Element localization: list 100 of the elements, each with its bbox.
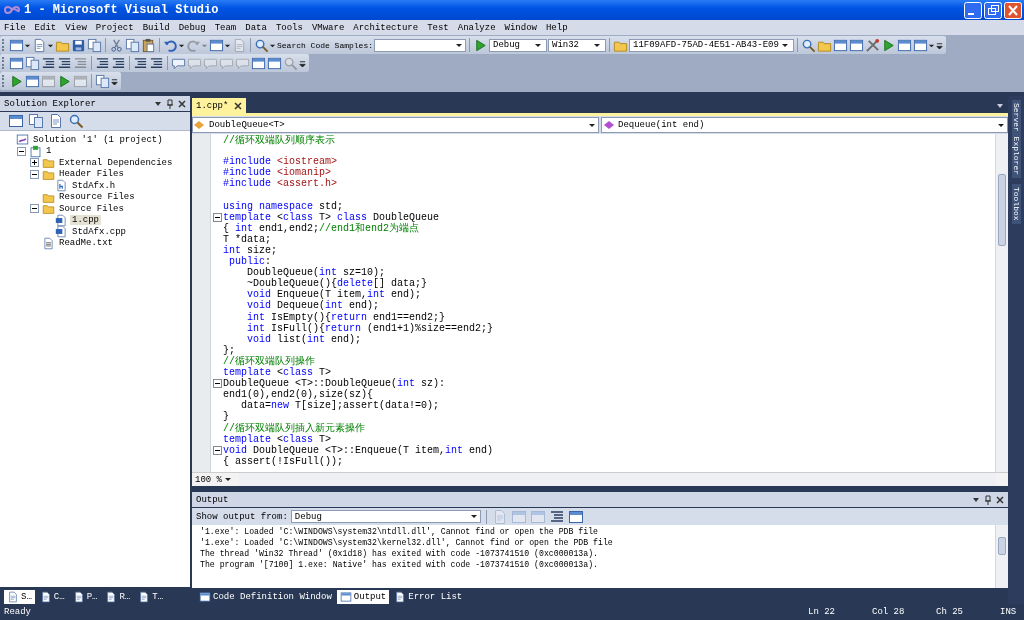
page-icon[interactable] [48, 113, 64, 129]
tree-item[interactable]: StdAfx.cpp [70, 226, 128, 237]
scroll-bar[interactable] [239, 473, 996, 486]
tree-item[interactable]: 1.cpp [70, 215, 101, 226]
code-line: #include <assert.h> [223, 178, 338, 190]
window-icon[interactable] [567, 508, 584, 525]
minimize-button[interactable] [964, 1, 982, 19]
copy-icon[interactable] [87, 37, 102, 53]
tree-item[interactable]: Solution '1' (1 project) [31, 134, 165, 145]
menu-item[interactable]: File [4, 22, 26, 33]
lines-icon[interactable] [149, 55, 164, 71]
tree-item[interactable]: External Dependencies [57, 157, 175, 168]
lines-icon[interactable] [133, 55, 148, 71]
type-dropdown[interactable]: DoubleQueue<T> [192, 117, 599, 133]
menu-item[interactable]: Build [142, 22, 170, 33]
panel-tab[interactable]: Code Definition Window [196, 589, 335, 604]
window-icon[interactable] [848, 37, 864, 53]
window-icon[interactable] [209, 37, 224, 53]
dropdown[interactable]: Win32 [548, 38, 606, 52]
play-icon[interactable] [9, 73, 24, 89]
restore-button[interactable] [984, 1, 1002, 19]
scroll-bar[interactable] [995, 525, 1008, 588]
clipboard-icon[interactable] [141, 37, 156, 53]
search-icon[interactable] [800, 37, 816, 53]
lines-icon[interactable] [95, 55, 110, 71]
menu-item[interactable]: Help [545, 22, 568, 33]
tree-item[interactable]: Source Files [57, 203, 126, 214]
pin-icon[interactable] [984, 494, 992, 505]
zoom-dropdown[interactable]: 100 % [192, 473, 239, 486]
tree-item[interactable]: 1 [44, 146, 54, 157]
collapse-icon[interactable] [30, 169, 39, 179]
collapse-icon[interactable] [212, 379, 222, 389]
code-line: { int end1,end2;//end1和end2为端点 [223, 221, 420, 235]
close-button[interactable] [1004, 1, 1022, 19]
panel-tab[interactable]: R… [102, 589, 134, 604]
side-tab[interactable]: Server Explorer [1011, 100, 1021, 178]
menu-item[interactable]: Analyze [457, 22, 496, 33]
window-icon[interactable] [9, 37, 24, 53]
lines-icon[interactable] [548, 508, 565, 525]
search-icon[interactable] [254, 37, 269, 53]
tools-icon[interactable] [864, 37, 880, 53]
panel-tab[interactable]: Error List [391, 589, 466, 604]
tree-item[interactable]: Header Files [57, 169, 126, 180]
menu-item[interactable]: Project [95, 22, 134, 33]
page-icon[interactable] [32, 37, 47, 53]
menu-item[interactable]: Data [245, 22, 267, 33]
code-line: template <class T> [223, 433, 332, 445]
menu-item[interactable]: Window [504, 22, 537, 33]
window-icon[interactable] [267, 55, 282, 71]
menu-item[interactable]: Test [427, 22, 449, 33]
expand-icon[interactable] [30, 158, 39, 168]
menu-item[interactable]: View [65, 22, 87, 33]
lines-icon[interactable] [41, 55, 56, 71]
lines-icon[interactable] [57, 55, 72, 71]
panel-tab[interactable]: C… [36, 589, 68, 604]
tree-item[interactable]: ReadMe.txt [57, 238, 115, 249]
line-number: Ln 22 [808, 607, 836, 617]
menu-item[interactable]: Architecture [353, 22, 419, 33]
member-dropdown[interactable]: Dequeue(int end) [601, 117, 1008, 133]
collapse-icon[interactable] [30, 204, 39, 214]
search-field[interactable] [374, 38, 466, 52]
collapse-icon[interactable] [212, 445, 222, 455]
close-icon[interactable] [234, 101, 243, 110]
search-icon[interactable] [68, 113, 84, 129]
window-icon[interactable] [25, 73, 40, 89]
collapse-icon[interactable] [212, 212, 222, 222]
lines-icon[interactable] [111, 55, 126, 71]
side-tab[interactable]: Toolbox [1011, 184, 1021, 224]
copy-icon[interactable] [125, 37, 140, 53]
copy-icon[interactable] [25, 55, 40, 71]
document-tab[interactable]: 1.cpp* [192, 98, 247, 113]
pin-icon[interactable] [166, 98, 174, 109]
menu-item[interactable]: VMware [311, 22, 345, 33]
collapse-icon[interactable] [17, 146, 26, 156]
copy-icon[interactable] [28, 113, 44, 129]
play-icon[interactable] [57, 73, 72, 89]
window-icon[interactable] [912, 37, 928, 53]
window-icon[interactable] [8, 113, 24, 129]
menu-item[interactable]: Edit [34, 22, 57, 33]
panel-tab[interactable]: P… [69, 589, 101, 604]
source-dropdown[interactable]: Debug [290, 510, 481, 523]
menu-item[interactable]: Team [214, 22, 237, 33]
menu-item[interactable]: Debug [178, 22, 206, 33]
tree-item[interactable]: Resource Files [57, 192, 137, 203]
menu-item[interactable]: Tools [275, 22, 303, 33]
dropdown[interactable]: 11F09AFD-75AD-4E51-AB43-E09 [629, 38, 794, 52]
window-icon[interactable] [9, 55, 24, 71]
window-icon[interactable] [832, 37, 848, 53]
panel-tab[interactable]: T… [135, 589, 167, 604]
close-icon[interactable] [178, 98, 186, 109]
tree-item[interactable]: StdAfx.h [70, 180, 118, 191]
panel-tab[interactable]: S… [4, 589, 35, 604]
scroll-bar[interactable] [995, 134, 1008, 472]
window-icon[interactable] [896, 37, 912, 53]
dropdown[interactable]: Debug [489, 38, 547, 52]
panel-tab[interactable]: Output [336, 589, 390, 604]
close-icon[interactable] [996, 494, 1004, 505]
scissors-icon[interactable] [109, 37, 124, 53]
window-icon[interactable] [251, 55, 266, 71]
copy-icon[interactable] [95, 73, 110, 89]
